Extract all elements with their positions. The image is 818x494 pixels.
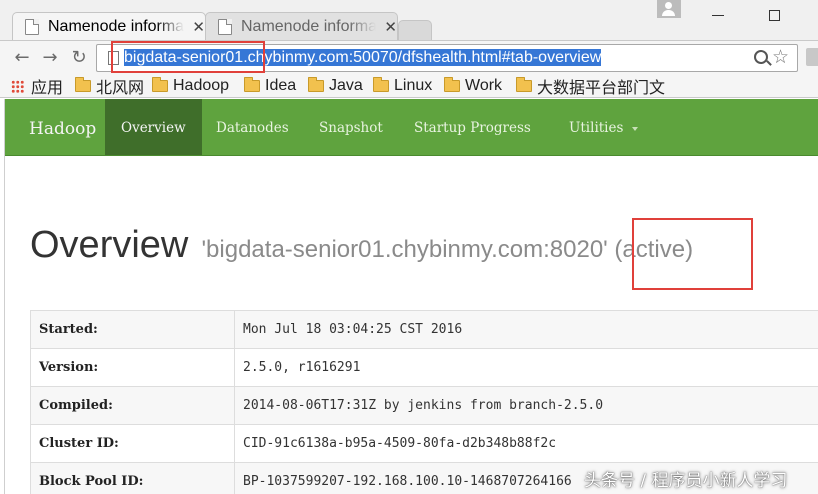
back-button[interactable]: ← (12, 49, 32, 69)
nav-snapshot[interactable]: Snapshot (319, 99, 383, 155)
table-row: Version: 2.5.0, r1616291 (30, 348, 818, 387)
row-label: Version: (30, 348, 235, 387)
new-tab-button[interactable] (398, 20, 432, 40)
close-icon[interactable]: ✕ (384, 18, 397, 36)
overview-header: Overview 'bigdata-senior01.chybinmy.com:… (30, 224, 693, 267)
bookmarks-bar: 应用 北风网 Hadoop Idea Java Linux Work 大数据平台… (0, 74, 818, 98)
minimize-button[interactable] (696, 0, 740, 30)
tab-title: Namenode information (48, 17, 185, 35)
bookmark-folder[interactable]: Idea (244, 76, 296, 96)
profile-icon[interactable] (657, 0, 681, 18)
folder-icon (373, 77, 389, 92)
row-value: CID-91c6138a-b95a-4509-80fa-d2b348b88f2c (234, 424, 818, 463)
namenode-host: 'bigdata-senior01.chybinmy.com:8020' (ac… (201, 236, 694, 263)
bookmark-folder[interactable]: Linux (373, 76, 432, 96)
folder-icon (152, 77, 168, 92)
nav-utilities-label: Utilities (569, 120, 624, 136)
folder-icon (516, 77, 532, 92)
browser-tab-active[interactable]: Namenode information ✕ (12, 12, 206, 40)
nav-datanodes[interactable]: Datanodes (216, 99, 289, 155)
table-row: Started: Mon Jul 18 03:04:25 CST 2016 (30, 310, 818, 349)
row-label: Cluster ID: (30, 424, 235, 463)
row-label: Block Pool ID: (30, 462, 235, 494)
bookmark-folder[interactable]: 大数据平台部门文 (516, 76, 665, 97)
maximize-button[interactable] (752, 0, 796, 30)
table-row: Cluster ID: CID-91c6138a-b95a-4509-80fa-… (30, 424, 818, 463)
page-title: Overview (30, 224, 189, 266)
page-icon (108, 51, 119, 65)
nav-overview[interactable]: Overview (105, 99, 202, 155)
maximize-icon (768, 9, 780, 21)
apps-grid-icon (11, 79, 24, 93)
bookmark-apps[interactable]: 应用 (11, 76, 63, 97)
namenode-state: (active) (614, 236, 694, 263)
star-icon[interactable]: ☆ (772, 46, 789, 68)
bookmark-folder[interactable]: 北风网 (75, 76, 144, 97)
watermark: 头条号 / 程序员小新人学习 (584, 471, 788, 491)
caret-down-icon (632, 126, 639, 131)
brand-link[interactable]: Hadoop (29, 119, 96, 139)
tab-strip: Namenode information ✕ Namenode informat… (0, 0, 818, 40)
browser-tab[interactable]: Namenode information ✕ (205, 12, 398, 40)
folder-icon (244, 77, 260, 92)
row-value: Mon Jul 18 03:04:25 CST 2016 (234, 310, 818, 349)
forward-button[interactable]: → (40, 49, 60, 69)
extension-icon[interactable] (806, 48, 818, 66)
row-label: Started: (30, 310, 235, 349)
zoom-icon[interactable] (754, 50, 768, 64)
nav-utilities[interactable]: Utilities (569, 99, 639, 155)
folder-icon (75, 77, 91, 92)
page-icon (25, 18, 39, 35)
minimize-icon (712, 14, 724, 16)
bookmark-folder[interactable]: Work (444, 76, 502, 96)
row-value: 2014-08-06T17:31Z by jenkins from branch… (234, 386, 818, 425)
address-bar[interactable]: bigdata-senior01.chybinmy.com:50070/dfsh… (96, 44, 798, 72)
row-label: Compiled: (30, 386, 235, 425)
page-icon (218, 18, 232, 35)
row-value: 2.5.0, r1616291 (234, 348, 818, 387)
page-border (4, 99, 5, 494)
folder-icon (308, 77, 324, 92)
url-text[interactable]: bigdata-senior01.chybinmy.com:50070/dfsh… (124, 48, 602, 68)
reload-button[interactable]: ↻ (69, 49, 89, 69)
nav-startup-progress[interactable]: Startup Progress (414, 99, 531, 155)
hadoop-navbar: Hadoop Overview Datanodes Snapshot Start… (5, 99, 818, 156)
bookmark-folder[interactable]: Hadoop (152, 76, 229, 96)
table-row: Compiled: 2014-08-06T17:31Z by jenkins f… (30, 386, 818, 425)
bookmark-folder[interactable]: Java (308, 76, 363, 96)
folder-icon (444, 77, 460, 92)
close-icon[interactable]: ✕ (192, 18, 205, 36)
tab-title: Namenode information (241, 17, 377, 35)
